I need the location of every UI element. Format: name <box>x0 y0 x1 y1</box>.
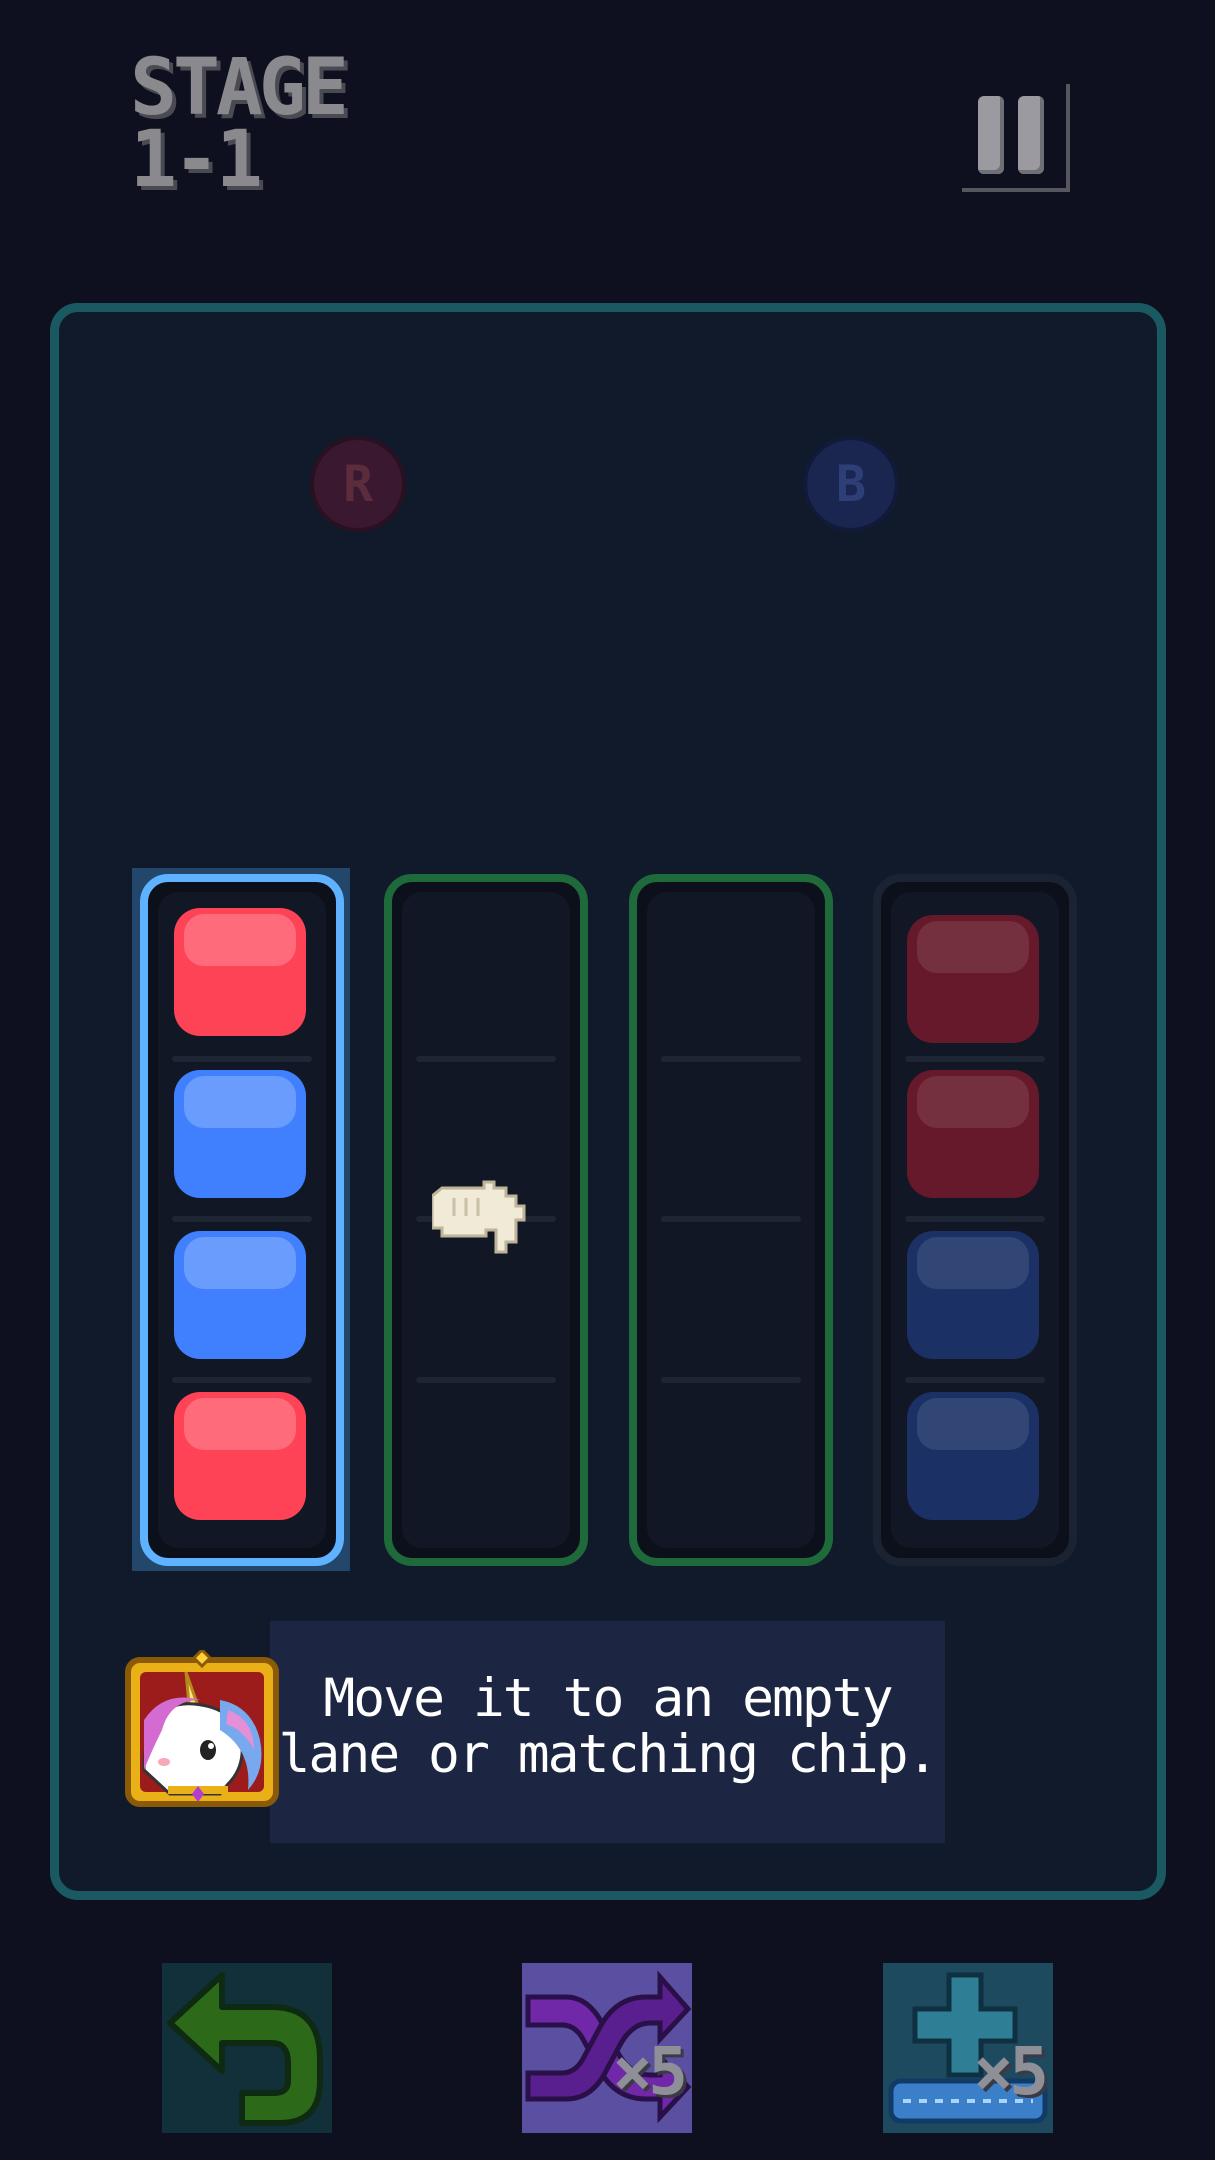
undo-arrow-icon <box>167 1972 323 2126</box>
chip-red-dim <box>907 915 1039 1043</box>
add-lane-count: ×5 <box>973 2033 1050 2110</box>
chip-blue-dim <box>907 1392 1039 1520</box>
chip-blue[interactable] <box>174 1070 306 1198</box>
shuffle-count: ×5 <box>612 2033 689 2110</box>
hint-line-2: lane or matching chip. <box>278 1724 939 1785</box>
chip-red[interactable] <box>174 1392 306 1520</box>
hint-box: Move it to an empty lane or matching chi… <box>270 1621 945 1843</box>
stage-title: STAGE 1-1 <box>130 43 349 205</box>
add-lane-button[interactable]: ×5 <box>883 1963 1053 2133</box>
stage-number: 1-1 <box>130 115 263 205</box>
undo-button[interactable] <box>162 1963 332 2133</box>
chip-blue[interactable] <box>174 1231 306 1359</box>
red-target-slot: R <box>310 436 406 532</box>
blue-target-slot: B <box>803 436 899 532</box>
lane-4[interactable] <box>873 874 1077 1566</box>
shuffle-button[interactable]: ×5 <box>522 1963 692 2133</box>
hint-line-1: Move it to an empty <box>323 1668 893 1729</box>
unicorn-avatar-icon <box>125 1650 279 1807</box>
lane-1[interactable] <box>140 874 344 1566</box>
pointing-hand-icon <box>432 1180 526 1254</box>
chip-red-dim <box>907 1070 1039 1198</box>
chip-blue-dim <box>907 1231 1039 1359</box>
stage-label: STAGE <box>130 43 349 133</box>
chip-red[interactable] <box>174 908 306 1036</box>
pause-button[interactable] <box>962 84 1070 192</box>
lane-3[interactable] <box>629 874 833 1566</box>
